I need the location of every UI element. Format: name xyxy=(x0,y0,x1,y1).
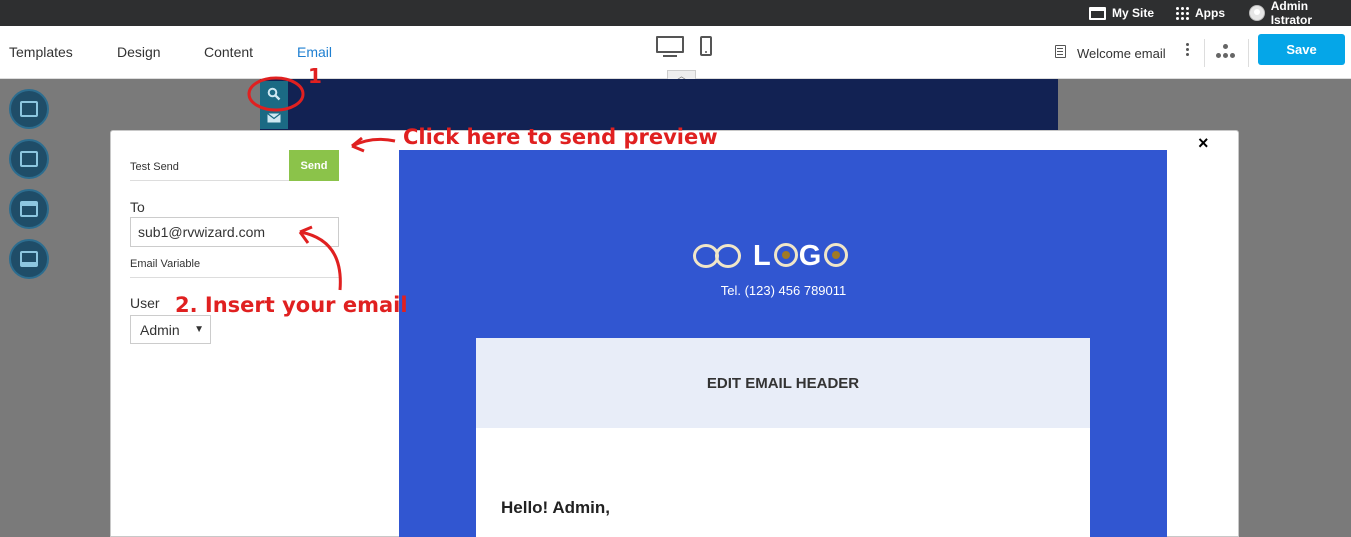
highlight-ellipse xyxy=(247,76,305,112)
annotation-step-1: 1 xyxy=(308,64,322,88)
annotation-step-2: 2. Insert your email xyxy=(175,293,408,317)
annotation-overlay xyxy=(247,76,396,291)
annotation-send-hint: Click here to send preview xyxy=(403,125,718,149)
